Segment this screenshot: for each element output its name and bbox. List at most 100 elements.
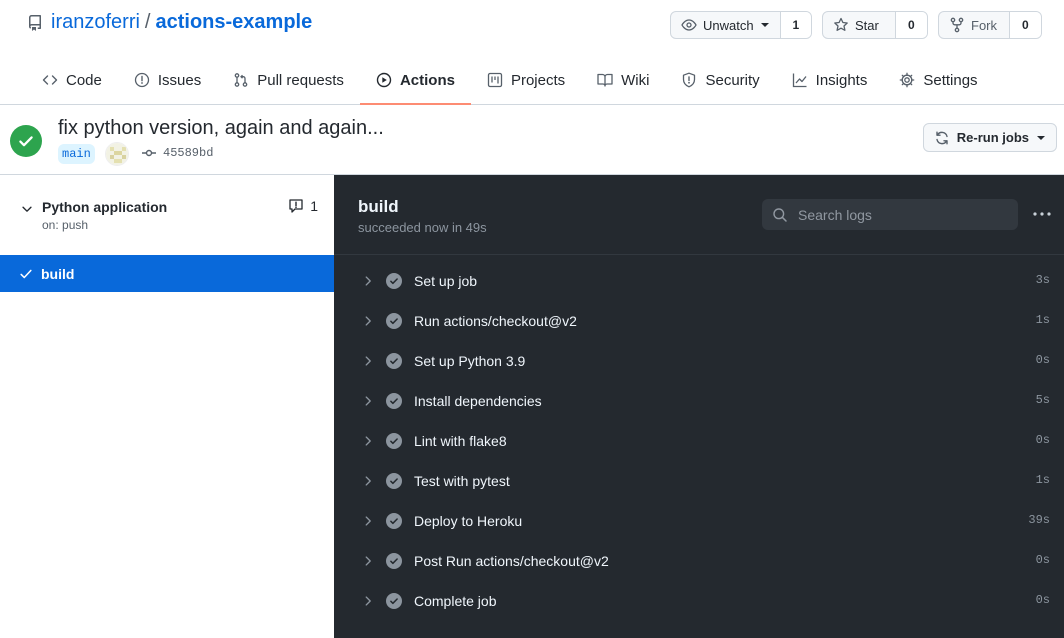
branch-badge[interactable]: main bbox=[58, 144, 95, 164]
step-name: Install dependencies bbox=[414, 393, 542, 409]
job-steps-list: Set up job 3s Run actions/checkout@v2 1s… bbox=[334, 261, 1064, 621]
run-title: fix python version, again and again... bbox=[58, 117, 384, 139]
workflow-summary[interactable]: Python application on: push 1 bbox=[0, 176, 334, 246]
check-icon bbox=[19, 136, 33, 147]
issue-icon bbox=[134, 72, 150, 88]
unwatch-button[interactable]: Unwatch bbox=[671, 12, 781, 38]
search-logs-field[interactable] bbox=[762, 199, 1018, 230]
tab-wiki-label: Wiki bbox=[621, 71, 650, 89]
job-step[interactable]: Complete job 0s bbox=[334, 581, 1064, 621]
forks-count[interactable]: 0 bbox=[1009, 12, 1041, 38]
code-icon bbox=[42, 75, 58, 85]
search-logs-input[interactable] bbox=[798, 206, 998, 223]
repo-owner-link[interactable]: iranzoferri bbox=[51, 11, 140, 34]
tab-insights-label: Insights bbox=[815, 71, 868, 89]
watchers-count[interactable]: 1 bbox=[780, 12, 811, 38]
job-logs-panel: build succeeded now in 49s Set up job 3s… bbox=[334, 175, 1064, 638]
step-success-icon bbox=[386, 553, 402, 569]
step-success-icon bbox=[386, 393, 402, 409]
step-duration: 39s bbox=[1028, 513, 1050, 527]
step-name: Test with pytest bbox=[414, 473, 510, 489]
chevron-right-icon bbox=[365, 396, 371, 406]
tab-issues-label: Issues bbox=[157, 71, 202, 89]
fork-button[interactable]: Fork bbox=[939, 12, 1010, 38]
star-icon bbox=[834, 17, 848, 31]
step-success-icon bbox=[386, 313, 402, 329]
job-step[interactable]: Set up Python 3.9 0s bbox=[334, 341, 1064, 381]
book-icon bbox=[597, 73, 613, 87]
annotations-count[interactable]: 1 bbox=[288, 198, 318, 214]
annotations-count-value: 1 bbox=[310, 198, 318, 214]
workflow-name: Python application bbox=[42, 199, 168, 215]
step-name: Set up Python 3.9 bbox=[414, 353, 526, 369]
fork-button-group: Fork 0 bbox=[938, 11, 1042, 39]
tab-security-label: Security bbox=[705, 71, 760, 89]
tab-actions-label: Actions bbox=[399, 71, 455, 89]
chevron-right-icon bbox=[365, 356, 371, 366]
job-step[interactable]: Test with pytest 1s bbox=[334, 461, 1064, 501]
sidebar-item-build[interactable]: build bbox=[0, 255, 334, 292]
eye-icon bbox=[681, 19, 697, 31]
chevron-right-icon bbox=[365, 596, 371, 606]
job-step[interactable]: Deploy to Heroku 39s bbox=[334, 501, 1064, 541]
chevron-right-icon bbox=[365, 476, 371, 486]
repo-icon bbox=[28, 14, 41, 31]
chevron-right-icon bbox=[365, 276, 371, 286]
avatar[interactable] bbox=[105, 142, 129, 166]
step-duration: 0s bbox=[1035, 353, 1050, 367]
tab-insights[interactable]: Insights bbox=[776, 56, 884, 104]
commit-sha: 45589bd bbox=[163, 146, 214, 160]
repo-name-link[interactable]: actions-example bbox=[155, 11, 312, 34]
identicon-icon bbox=[106, 143, 128, 165]
repo-separator: / bbox=[144, 11, 151, 33]
sidebar-item-label: build bbox=[41, 265, 75, 282]
tab-projects[interactable]: Projects bbox=[471, 56, 581, 104]
step-success-icon bbox=[386, 433, 402, 449]
tab-actions[interactable]: Actions bbox=[359, 56, 471, 105]
tab-pull-requests[interactable]: Pull requests bbox=[217, 56, 360, 104]
tab-issues[interactable]: Issues bbox=[118, 56, 217, 104]
chevron-right-icon bbox=[365, 556, 371, 566]
job-step[interactable]: Post Run actions/checkout@v2 0s bbox=[334, 541, 1064, 581]
tab-pull-requests-label: Pull requests bbox=[257, 71, 344, 89]
chevron-down-icon[interactable] bbox=[20, 202, 34, 216]
job-step[interactable]: Set up job 3s bbox=[334, 261, 1064, 301]
stars-count[interactable]: 0 bbox=[895, 12, 927, 38]
tab-settings[interactable]: Settings bbox=[883, 56, 993, 104]
project-icon bbox=[487, 72, 503, 88]
step-success-icon bbox=[386, 593, 402, 609]
rerun-jobs-label: Re-run jobs bbox=[956, 130, 1029, 145]
repo-nav-tabs: Code Issues Pull requests Actions Projec… bbox=[26, 56, 994, 105]
tab-code[interactable]: Code bbox=[26, 56, 118, 104]
job-title: build bbox=[358, 197, 399, 216]
step-success-icon bbox=[386, 513, 402, 529]
chevron-right-icon bbox=[365, 436, 371, 446]
kebab-horizontal-icon bbox=[1033, 212, 1051, 216]
tab-projects-label: Projects bbox=[510, 71, 566, 89]
job-status-text: succeeded now in 49s bbox=[358, 220, 487, 235]
commit-link[interactable]: 45589bd bbox=[141, 145, 213, 161]
step-success-icon bbox=[386, 353, 402, 369]
step-name: Post Run actions/checkout@v2 bbox=[414, 553, 609, 569]
tab-wiki[interactable]: Wiki bbox=[581, 56, 665, 104]
run-header: fix python version, again and again... m… bbox=[0, 105, 1064, 175]
tab-security[interactable]: Security bbox=[665, 56, 775, 104]
job-step[interactable]: Run actions/checkout@v2 1s bbox=[334, 301, 1064, 341]
job-step[interactable]: Install dependencies 5s bbox=[334, 381, 1064, 421]
fork-icon bbox=[950, 17, 964, 33]
chevron-right-icon bbox=[365, 516, 371, 526]
gear-icon bbox=[900, 72, 915, 88]
rerun-jobs-button[interactable]: Re-run jobs bbox=[922, 123, 1057, 152]
step-duration: 0s bbox=[1035, 433, 1050, 447]
job-step[interactable]: Lint with flake8 0s bbox=[334, 421, 1064, 461]
workflow-sidebar: Python application on: push 1 build bbox=[0, 176, 334, 638]
workflow-trigger: on: push bbox=[42, 218, 89, 232]
caret-down-icon bbox=[760, 23, 769, 27]
success-status-icon bbox=[10, 125, 42, 157]
commit-icon bbox=[142, 149, 156, 157]
star-button[interactable]: Star bbox=[823, 12, 896, 38]
graph-icon bbox=[792, 73, 807, 88]
step-name: Set up job bbox=[414, 273, 478, 289]
more-options-button[interactable] bbox=[1032, 204, 1052, 224]
repo-header: iranzoferri / actions-example Unwatch 1 … bbox=[0, 0, 1064, 105]
